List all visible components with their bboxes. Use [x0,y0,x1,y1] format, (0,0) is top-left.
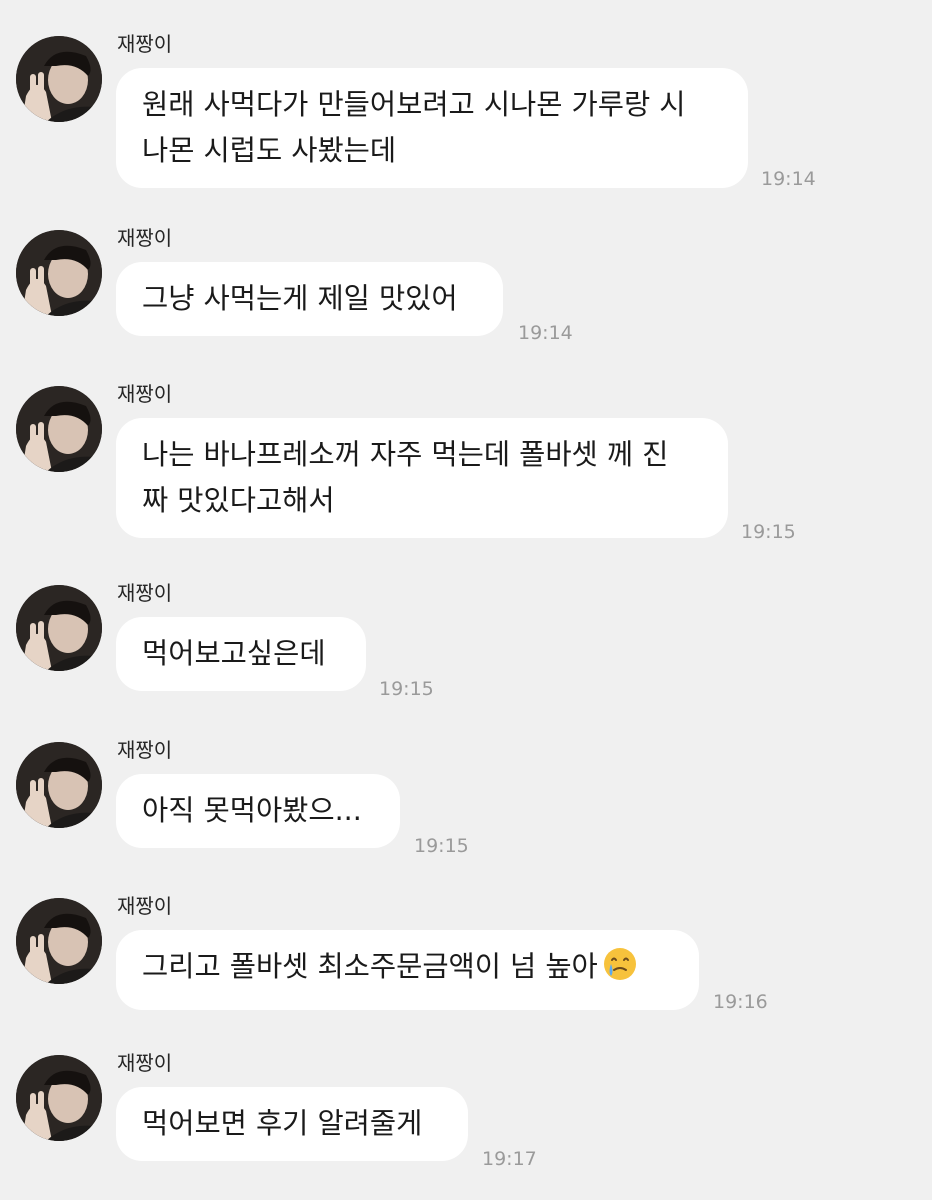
avatar-photo [16,898,102,984]
message-bubble[interactable]: 나는 바나프레소꺼 자주 먹는데 폴바셋 께 진 짜 맛있다고해서 [116,418,728,538]
avatar-photo [16,585,102,671]
avatar[interactable] [16,742,102,828]
message-timestamp: 19:16 [713,991,768,1013]
avatar-photo [16,230,102,316]
message-text: 먹어보면 후기 알려줄게 [142,1107,423,1140]
sender-name: 재짱이 [117,1051,173,1075]
message-bubble[interactable]: 그리고 폴바셋 최소주문금액이 넘 높아 [116,930,699,1010]
avatar[interactable] [16,1055,102,1141]
message-timestamp: 19:15 [379,678,434,700]
avatar-photo [16,1055,102,1141]
avatar[interactable] [16,898,102,984]
avatar[interactable] [16,36,102,122]
message-timestamp: 19:15 [741,521,796,543]
chat-thread: 재짱이 원래 사먹다가 만들어보려고 시나몬 가루랑 시 나몬 시럽도 사봤는데… [0,0,932,1200]
message-bubble[interactable]: 원래 사먹다가 만들어보려고 시나몬 가루랑 시 나몬 시럽도 사봤는데 [116,68,748,188]
avatar-photo [16,386,102,472]
message-text: 나는 바나프레소꺼 자주 먹는데 폴바셋 께 진 [142,438,669,471]
avatar[interactable] [16,386,102,472]
avatar[interactable] [16,230,102,316]
message-timestamp: 19:17 [482,1148,537,1170]
tearful-smile-emoji-icon [602,946,638,996]
avatar[interactable] [16,585,102,671]
message-timestamp: 19:14 [761,168,816,190]
message-text: 먹어보고싶은데 [142,637,326,670]
message-bubble[interactable]: 그냥 사먹는게 제일 맛있어 [116,262,503,336]
avatar-photo [16,36,102,122]
message-timestamp: 19:14 [518,322,573,344]
sender-name: 재짱이 [117,894,173,918]
message-text: 그냥 사먹는게 제일 맛있어 [142,282,458,315]
sender-name: 재짱이 [117,32,173,56]
message-timestamp: 19:15 [414,835,469,857]
message-text: 원래 사먹다가 만들어보려고 시나몬 가루랑 시 [142,88,686,121]
message-bubble[interactable]: 먹어보고싶은데 [116,617,366,691]
message-text: 짜 맛있다고해서 [142,484,335,517]
sender-name: 재짱이 [117,382,173,406]
sender-name: 재짱이 [117,738,173,762]
sender-name: 재짱이 [117,581,173,605]
message-text: 나몬 시럽도 사봤는데 [142,134,397,167]
message-text-content: 그리고 폴바셋 최소주문금액이 넘 높아 [142,950,598,983]
message-text: 아직 못먹아봤으... [142,794,362,827]
avatar-photo [16,742,102,828]
sender-name: 재짱이 [117,226,173,250]
message-text: 그리고 폴바셋 최소주문금액이 넘 높아 [142,944,673,996]
message-bubble[interactable]: 먹어보면 후기 알려줄게 [116,1087,468,1161]
message-bubble[interactable]: 아직 못먹아봤으... [116,774,400,848]
